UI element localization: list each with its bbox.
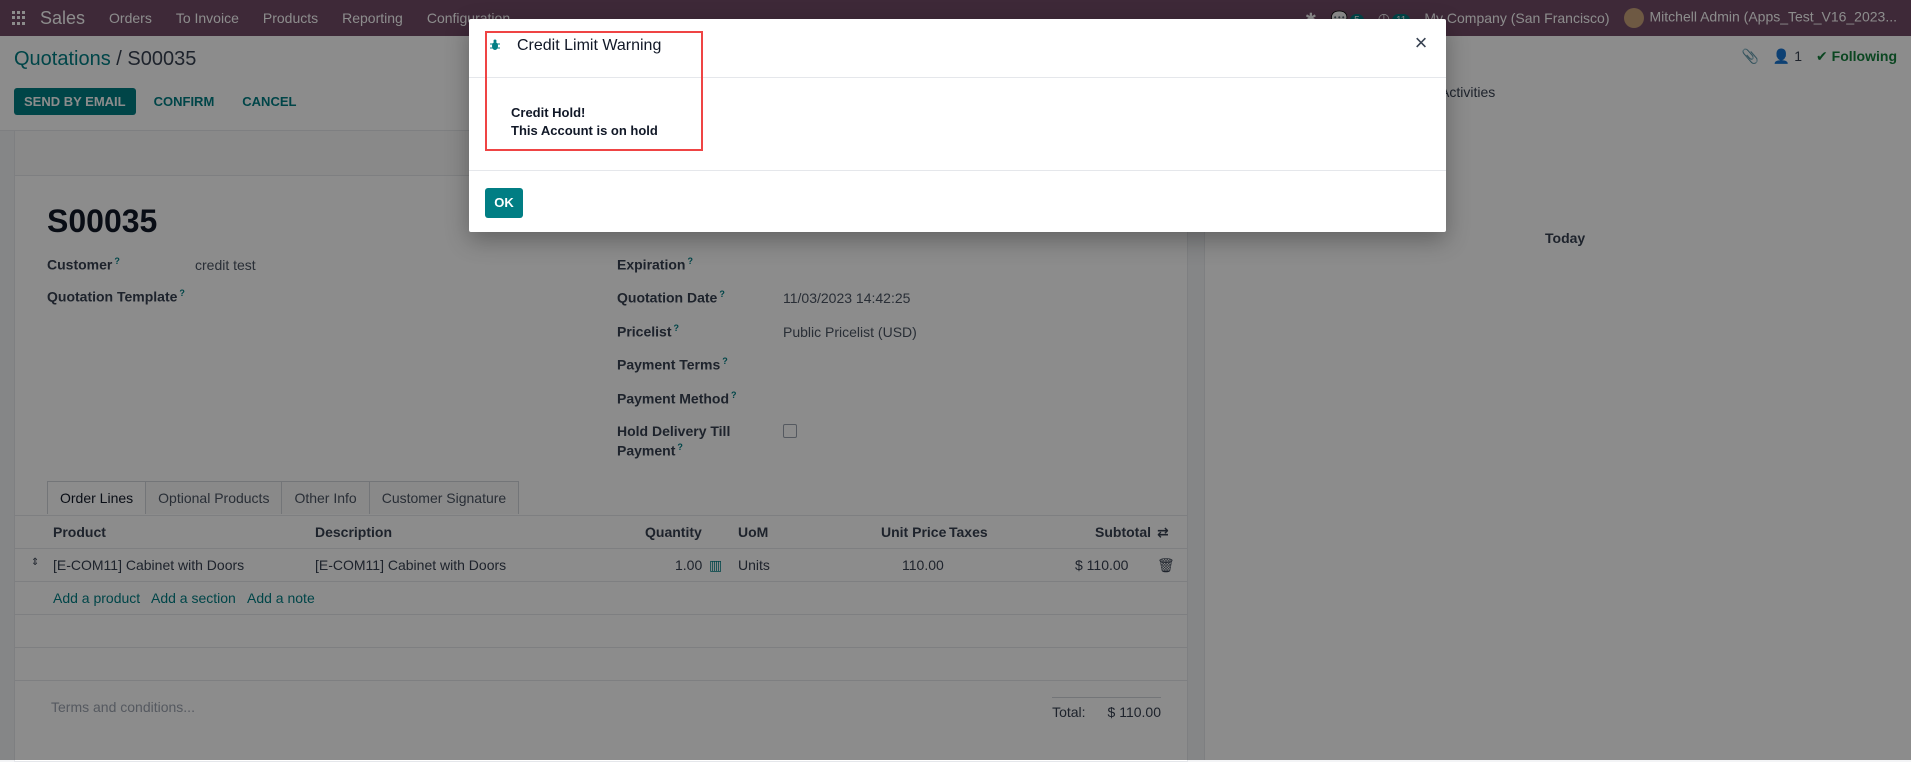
credit-limit-dialog: Credit Limit Warning × Credit Hold! This… [469,19,1446,232]
ok-button[interactable]: OK [485,188,523,218]
dialog-header: Credit Limit Warning × [469,19,1446,78]
dialog-body: Credit Hold! This Account is on hold [469,77,1446,170]
bug-icon [490,39,500,50]
close-icon[interactable]: × [1410,32,1432,55]
message-title: Credit Hold! [511,105,586,120]
message-text: This Account is on hold [511,123,658,138]
dialog-footer: OK [469,170,1446,233]
dialog-title: Credit Limit Warning [517,37,662,54]
